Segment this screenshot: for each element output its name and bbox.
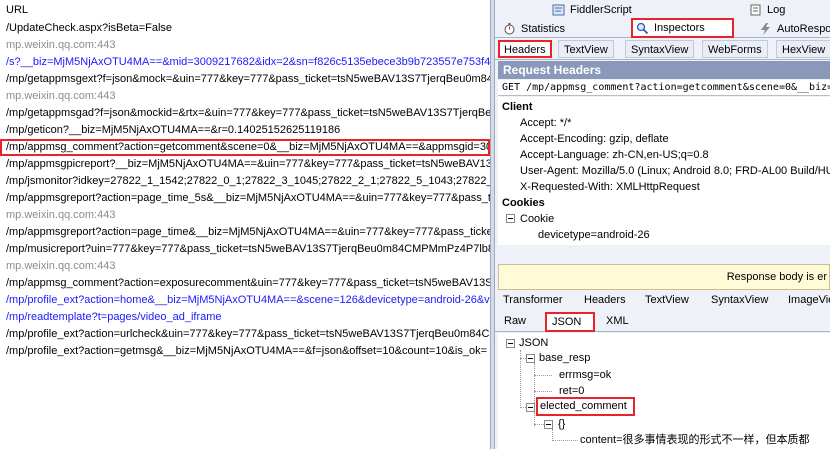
header-accept[interactable]: Accept: */* [520, 115, 571, 131]
cookie-devicetype[interactable]: devicetype=android-26 [538, 227, 650, 243]
header-user-agent[interactable]: User-Agent: Mozilla/5.0 (Linux; Android … [520, 163, 830, 179]
tree-guide [520, 350, 521, 408]
session-row[interactable]: /mp/getappmsgad?f=json&mockid=&rtx=&uin=… [0, 105, 490, 122]
tab-response-syntaxview[interactable]: SyntaxView [706, 291, 773, 309]
tree-guide [552, 440, 578, 441]
header-accept-language[interactable]: Accept-Language: zh-CN,en-US;q=0.8 [520, 147, 709, 163]
json-elected-comment[interactable]: elected_comment [536, 397, 635, 416]
tree-guide [534, 391, 552, 392]
response-tabs: Transformer Headers TextView SyntaxView … [495, 291, 830, 309]
stopwatch-icon [503, 23, 516, 35]
tab-inspectors[interactable]: Inspectors [631, 18, 734, 38]
session-row[interactable]: mp.weixin.qq.com:443 [0, 258, 490, 275]
session-row[interactable]: /mp/appmsgpicreport?__biz=MjM5NjAxOTU4MA… [0, 156, 490, 173]
header-x-requested-with[interactable]: X-Requested-With: XMLHttpRequest [520, 179, 700, 195]
session-row[interactable]: /mp/readtemplate?t=pages/video_ad_iframe [0, 309, 490, 326]
tab-log[interactable]: Log [745, 1, 785, 19]
session-row[interactable]: /mp/profile_ext?action=urlcheck&uin=777&… [0, 326, 490, 343]
response-notice[interactable]: Response body is er [498, 264, 830, 290]
tab-autoresponder-label: AutoRespo [777, 23, 830, 35]
cookie-node[interactable]: Cookie [520, 211, 554, 227]
tab-raw[interactable]: Raw [498, 312, 532, 332]
tab-request-webforms[interactable]: WebForms [702, 40, 768, 58]
session-row[interactable]: /mp/appmsgreport?action=page_time_5s&__b… [0, 190, 490, 207]
tab-response-textview[interactable]: TextView [640, 291, 694, 309]
session-row[interactable]: /mp/appmsg_comment?action=exposurecommen… [0, 275, 490, 292]
session-row[interactable]: mp.weixin.qq.com:443 [0, 88, 490, 105]
request-headers-title: Request Headers [498, 61, 830, 79]
session-row[interactable]: mp.weixin.qq.com:443 [0, 207, 490, 224]
session-row[interactable]: /mp/getappmsgext?f=json&mock=&uin=777&ke… [0, 71, 490, 88]
session-row-selected[interactable]: /mp/appmsg_comment?action=getcomment&sce… [0, 139, 490, 156]
tab-request-textview[interactable]: TextView [558, 40, 614, 58]
collapse-json-icon[interactable] [506, 339, 515, 348]
json-root[interactable]: JSON [519, 335, 548, 351]
lightning-icon [759, 23, 772, 35]
group-client[interactable]: Client [502, 99, 533, 115]
session-row[interactable]: /mp/musicreport?uin=777&key=777&pass_tic… [0, 241, 490, 258]
tab-response-imageview[interactable]: ImageVie [783, 291, 830, 309]
session-rows: /UpdateCheck.aspx?isBeta=False mp.weixin.… [0, 20, 490, 360]
group-cookies[interactable]: Cookies [502, 195, 545, 211]
tab-request-headers[interactable]: Headers [498, 40, 552, 58]
collapse-object-icon[interactable] [544, 420, 553, 429]
top-tabstrip-row1: FiddlerScript Log [495, 0, 830, 18]
magnifier-icon [636, 22, 649, 35]
json-errmsg[interactable]: errmsg=ok [559, 367, 611, 383]
session-row[interactable]: /mp/profile_ext?action=getmsg&__biz=MjM5… [0, 343, 490, 360]
session-row[interactable]: mp.weixin.qq.com:443 [0, 37, 490, 54]
session-list: URL /UpdateCheck.aspx?isBeta=False mp.wei… [0, 0, 490, 449]
session-row[interactable]: /mp/geticon?__biz=MjM5NjAxOTU4MA==&r=0.1… [0, 122, 490, 139]
tab-fiddlerscript-label: FiddlerScript [570, 4, 632, 16]
request-line[interactable]: GET /mp/appmsg_comment?action=getcomment… [498, 80, 830, 96]
tab-json[interactable]: JSON [545, 312, 595, 332]
session-row[interactable]: /mp/profile_ext?action=home&__biz=MjM5Nj… [0, 292, 490, 309]
tab-inspectors-label: Inspectors [654, 22, 705, 34]
session-row[interactable]: /s?__biz=MjM5NjAxOTU4MA==&mid=3009217682… [0, 54, 490, 71]
json-object[interactable]: {} [558, 416, 565, 432]
top-tabstrip-row2: Statistics Inspectors AutoRespo [495, 18, 830, 38]
tree-guide [534, 375, 552, 376]
request-headers-tree: Client Accept: */* Accept-Encoding: gzip… [498, 97, 830, 245]
tab-xml[interactable]: XML [600, 312, 635, 332]
json-tree: JSON base_resp errmsg=ok ret=0 elected_c… [498, 333, 830, 449]
header-accept-encoding[interactable]: Accept-Encoding: gzip, deflate [520, 131, 669, 147]
collapse-cookie-icon[interactable] [506, 214, 515, 223]
inspector-pane: FiddlerScript Log Statistics Inspectors [495, 0, 830, 449]
response-view-tabs: Raw JSON XML [495, 310, 830, 332]
log-icon [749, 4, 762, 16]
tab-statistics-label: Statistics [521, 23, 566, 35]
collapse-elected-comment-icon[interactable] [526, 403, 535, 412]
json-base-resp[interactable]: base_resp [539, 350, 590, 366]
tab-fiddlerscript[interactable]: FiddlerScript [548, 1, 632, 19]
tab-request-hexview[interactable]: HexView [776, 40, 830, 58]
tab-response-headers[interactable]: Headers [579, 291, 631, 309]
request-view-tabs: Headers TextView SyntaxView WebForms Hex… [495, 38, 830, 60]
tab-autoresponder[interactable]: AutoRespo [755, 20, 830, 38]
tab-request-syntaxview[interactable]: SyntaxView [625, 40, 695, 58]
tab-response-transformer[interactable]: Transformer [498, 291, 568, 309]
json-content[interactable]: content=很多事情表现的形式不一样，但本质都 [580, 432, 810, 448]
session-row[interactable]: /mp/jsmonitor?idkey=27822_1_1542;27822_0… [0, 173, 490, 190]
tab-log-label: Log [767, 4, 786, 16]
url-column-header[interactable]: URL [0, 0, 490, 20]
collapse-base-resp-icon[interactable] [526, 354, 535, 363]
session-row[interactable]: /UpdateCheck.aspx?isBeta=False [0, 20, 490, 37]
script-icon [552, 4, 565, 16]
tree-guide [534, 363, 535, 407]
session-row[interactable]: /mp/appmsgreport?action=page_time&__biz=… [0, 224, 490, 241]
tab-statistics[interactable]: Statistics [499, 20, 565, 38]
